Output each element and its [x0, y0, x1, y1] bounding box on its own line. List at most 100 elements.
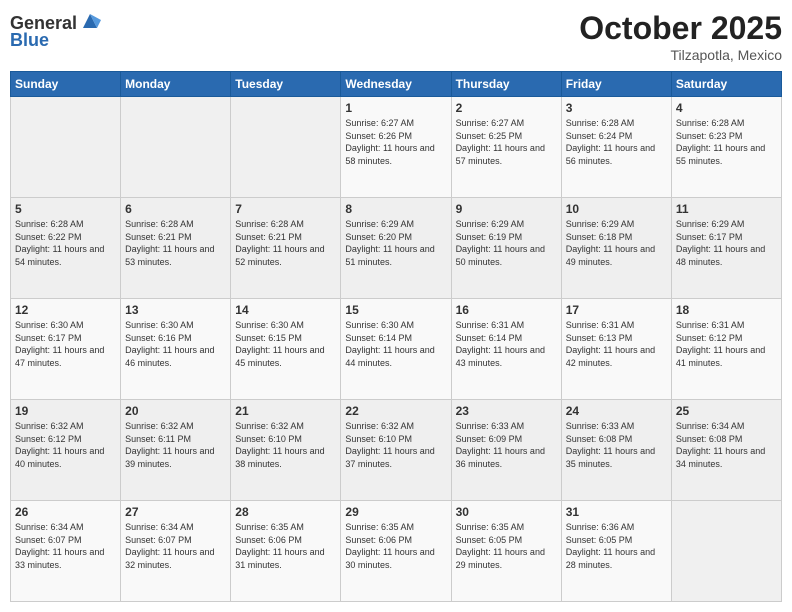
daylight-label: Daylight: 11 hours and 37 minutes.: [345, 446, 434, 469]
daylight-label: Daylight: 11 hours and 29 minutes.: [456, 547, 545, 570]
sunset-label: Sunset: 6:20 PM: [345, 232, 412, 242]
table-row: 18 Sunrise: 6:31 AM Sunset: 6:12 PM Dayl…: [671, 299, 781, 400]
day-info: Sunrise: 6:32 AM Sunset: 6:10 PM Dayligh…: [345, 420, 446, 470]
sunrise-label: Sunrise: 6:28 AM: [125, 219, 194, 229]
calendar-week-row: 1 Sunrise: 6:27 AM Sunset: 6:26 PM Dayli…: [11, 97, 782, 198]
table-row: 2 Sunrise: 6:27 AM Sunset: 6:25 PM Dayli…: [451, 97, 561, 198]
table-row: 29 Sunrise: 6:35 AM Sunset: 6:06 PM Dayl…: [341, 501, 451, 602]
sunset-label: Sunset: 6:26 PM: [345, 131, 412, 141]
sunrise-label: Sunrise: 6:33 AM: [456, 421, 525, 431]
calendar-week-row: 5 Sunrise: 6:28 AM Sunset: 6:22 PM Dayli…: [11, 198, 782, 299]
table-row: 12 Sunrise: 6:30 AM Sunset: 6:17 PM Dayl…: [11, 299, 121, 400]
sunrise-label: Sunrise: 6:29 AM: [676, 219, 745, 229]
daylight-label: Daylight: 11 hours and 34 minutes.: [676, 446, 765, 469]
day-info: Sunrise: 6:29 AM Sunset: 6:18 PM Dayligh…: [566, 218, 667, 268]
daylight-label: Daylight: 11 hours and 56 minutes.: [566, 143, 655, 166]
table-row: 9 Sunrise: 6:29 AM Sunset: 6:19 PM Dayli…: [451, 198, 561, 299]
day-number: 26: [15, 505, 116, 519]
daylight-label: Daylight: 11 hours and 57 minutes.: [456, 143, 545, 166]
day-number: 14: [235, 303, 336, 317]
day-info: Sunrise: 6:36 AM Sunset: 6:05 PM Dayligh…: [566, 521, 667, 571]
daylight-label: Daylight: 11 hours and 40 minutes.: [15, 446, 104, 469]
day-number: 13: [125, 303, 226, 317]
daylight-label: Daylight: 11 hours and 41 minutes.: [676, 345, 765, 368]
sunrise-label: Sunrise: 6:28 AM: [15, 219, 84, 229]
day-info: Sunrise: 6:28 AM Sunset: 6:21 PM Dayligh…: [125, 218, 226, 268]
day-info: Sunrise: 6:29 AM Sunset: 6:17 PM Dayligh…: [676, 218, 777, 268]
table-row: 15 Sunrise: 6:30 AM Sunset: 6:14 PM Dayl…: [341, 299, 451, 400]
day-number: 15: [345, 303, 446, 317]
col-saturday: Saturday: [671, 72, 781, 97]
daylight-label: Daylight: 11 hours and 48 minutes.: [676, 244, 765, 267]
sunrise-label: Sunrise: 6:29 AM: [566, 219, 635, 229]
day-number: 31: [566, 505, 667, 519]
calendar-table: Sunday Monday Tuesday Wednesday Thursday…: [10, 71, 782, 602]
sunset-label: Sunset: 6:14 PM: [456, 333, 523, 343]
title-block: October 2025 Tilzapotla, Mexico: [579, 10, 782, 63]
daylight-label: Daylight: 11 hours and 52 minutes.: [235, 244, 324, 267]
daylight-label: Daylight: 11 hours and 38 minutes.: [235, 446, 324, 469]
logo: General Blue: [10, 10, 101, 51]
sunset-label: Sunset: 6:18 PM: [566, 232, 633, 242]
sunrise-label: Sunrise: 6:34 AM: [15, 522, 84, 532]
day-info: Sunrise: 6:34 AM Sunset: 6:07 PM Dayligh…: [125, 521, 226, 571]
daylight-label: Daylight: 11 hours and 28 minutes.: [566, 547, 655, 570]
day-info: Sunrise: 6:32 AM Sunset: 6:10 PM Dayligh…: [235, 420, 336, 470]
sunset-label: Sunset: 6:22 PM: [15, 232, 82, 242]
table-row: 1 Sunrise: 6:27 AM Sunset: 6:26 PM Dayli…: [341, 97, 451, 198]
table-row: 26 Sunrise: 6:34 AM Sunset: 6:07 PM Dayl…: [11, 501, 121, 602]
header: General Blue October 2025 Tilzapotla, Me…: [10, 10, 782, 63]
day-number: 17: [566, 303, 667, 317]
daylight-label: Daylight: 11 hours and 50 minutes.: [456, 244, 545, 267]
sunrise-label: Sunrise: 6:29 AM: [456, 219, 525, 229]
sunset-label: Sunset: 6:09 PM: [456, 434, 523, 444]
daylight-label: Daylight: 11 hours and 47 minutes.: [15, 345, 104, 368]
day-number: 2: [456, 101, 557, 115]
col-wednesday: Wednesday: [341, 72, 451, 97]
daylight-label: Daylight: 11 hours and 55 minutes.: [676, 143, 765, 166]
sunset-label: Sunset: 6:17 PM: [15, 333, 82, 343]
table-row: 19 Sunrise: 6:32 AM Sunset: 6:12 PM Dayl…: [11, 400, 121, 501]
sunset-label: Sunset: 6:07 PM: [15, 535, 82, 545]
page: General Blue October 2025 Tilzapotla, Me…: [0, 0, 792, 612]
logo-icon: [79, 10, 101, 32]
day-number: 29: [345, 505, 446, 519]
sunrise-label: Sunrise: 6:36 AM: [566, 522, 635, 532]
sunset-label: Sunset: 6:12 PM: [15, 434, 82, 444]
day-number: 16: [456, 303, 557, 317]
sunrise-label: Sunrise: 6:30 AM: [125, 320, 194, 330]
table-row: 17 Sunrise: 6:31 AM Sunset: 6:13 PM Dayl…: [561, 299, 671, 400]
sunset-label: Sunset: 6:08 PM: [566, 434, 633, 444]
sunset-label: Sunset: 6:06 PM: [235, 535, 302, 545]
sunset-label: Sunset: 6:23 PM: [676, 131, 743, 141]
sunrise-label: Sunrise: 6:31 AM: [456, 320, 525, 330]
day-info: Sunrise: 6:28 AM Sunset: 6:23 PM Dayligh…: [676, 117, 777, 167]
day-number: 23: [456, 404, 557, 418]
sunset-label: Sunset: 6:05 PM: [566, 535, 633, 545]
day-number: 4: [676, 101, 777, 115]
sunrise-label: Sunrise: 6:31 AM: [566, 320, 635, 330]
sunrise-label: Sunrise: 6:35 AM: [456, 522, 525, 532]
table-row: 13 Sunrise: 6:30 AM Sunset: 6:16 PM Dayl…: [121, 299, 231, 400]
day-info: Sunrise: 6:29 AM Sunset: 6:20 PM Dayligh…: [345, 218, 446, 268]
day-info: Sunrise: 6:31 AM Sunset: 6:14 PM Dayligh…: [456, 319, 557, 369]
sunrise-label: Sunrise: 6:28 AM: [676, 118, 745, 128]
table-row: 27 Sunrise: 6:34 AM Sunset: 6:07 PM Dayl…: [121, 501, 231, 602]
daylight-label: Daylight: 11 hours and 36 minutes.: [456, 446, 545, 469]
sunset-label: Sunset: 6:12 PM: [676, 333, 743, 343]
daylight-label: Daylight: 11 hours and 32 minutes.: [125, 547, 214, 570]
day-info: Sunrise: 6:28 AM Sunset: 6:24 PM Dayligh…: [566, 117, 667, 167]
calendar-header-row: Sunday Monday Tuesday Wednesday Thursday…: [11, 72, 782, 97]
sunrise-label: Sunrise: 6:32 AM: [15, 421, 84, 431]
table-row: 22 Sunrise: 6:32 AM Sunset: 6:10 PM Dayl…: [341, 400, 451, 501]
sunset-label: Sunset: 6:21 PM: [125, 232, 192, 242]
day-number: 27: [125, 505, 226, 519]
day-number: 20: [125, 404, 226, 418]
day-info: Sunrise: 6:35 AM Sunset: 6:06 PM Dayligh…: [345, 521, 446, 571]
daylight-label: Daylight: 11 hours and 45 minutes.: [235, 345, 324, 368]
location-subtitle: Tilzapotla, Mexico: [579, 47, 782, 63]
calendar-week-row: 26 Sunrise: 6:34 AM Sunset: 6:07 PM Dayl…: [11, 501, 782, 602]
daylight-label: Daylight: 11 hours and 53 minutes.: [125, 244, 214, 267]
daylight-label: Daylight: 11 hours and 33 minutes.: [15, 547, 104, 570]
daylight-label: Daylight: 11 hours and 54 minutes.: [15, 244, 104, 267]
